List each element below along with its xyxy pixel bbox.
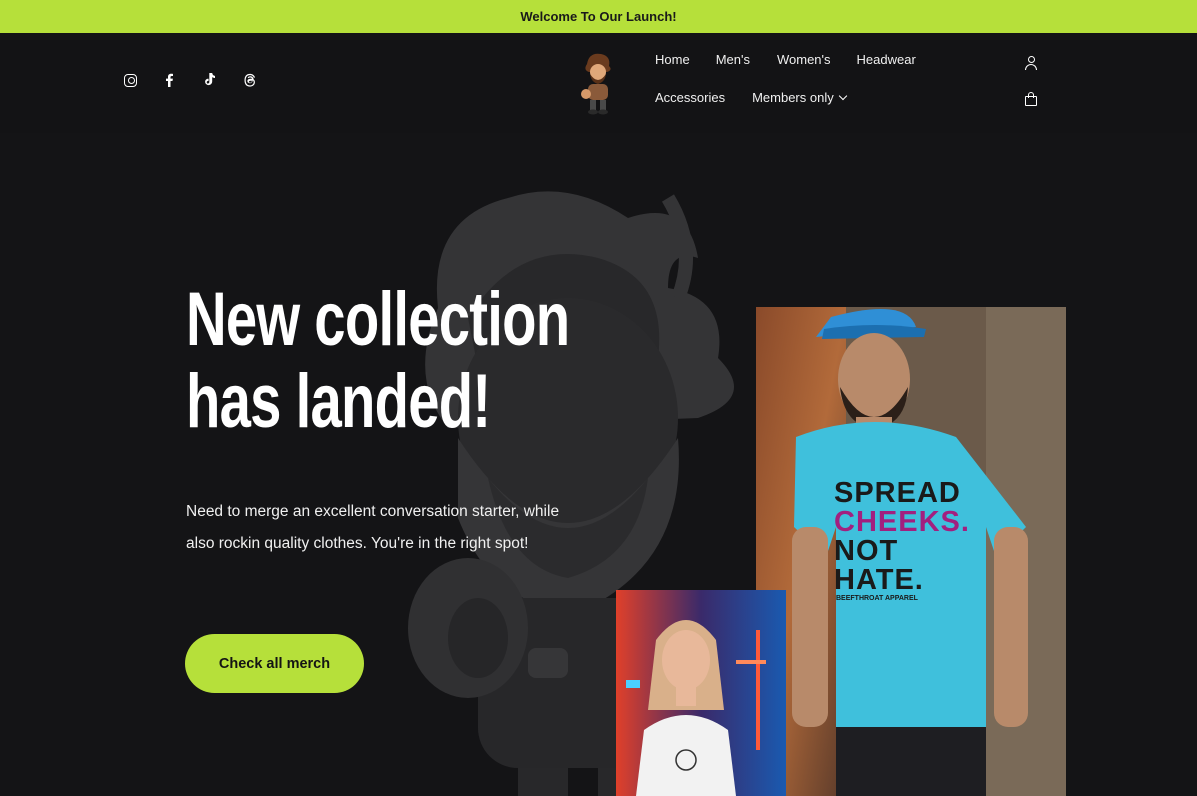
- shirt-print-brand: BEEFTHROAT APPAREL: [836, 595, 919, 602]
- nav-home[interactable]: Home: [655, 52, 690, 70]
- account-icon[interactable]: [1024, 56, 1038, 70]
- nav-members-only[interactable]: Members only: [752, 90, 847, 108]
- social-links: [124, 71, 284, 89]
- model-photo-man: SPREAD CHEEKS. NOT HATE. BEEFTHROAT APPA…: [756, 307, 1066, 796]
- nav-womens[interactable]: Women's: [777, 52, 831, 70]
- nav-members-label: Members only: [752, 90, 834, 105]
- shirt-print-line-4: HATE.: [834, 564, 924, 596]
- tiktok-icon[interactable]: [204, 71, 244, 89]
- chevron-down-icon: [838, 91, 847, 101]
- model-photo-woman: [616, 590, 786, 796]
- check-all-merch-button[interactable]: Check all merch: [185, 634, 364, 693]
- announcement-bar: Welcome To Our Launch!: [0, 0, 1197, 33]
- headline-line-2: has landed!: [186, 359, 491, 444]
- hero-headline: New collection has landed!: [186, 279, 570, 444]
- nav-mens[interactable]: Men's: [716, 52, 750, 70]
- threads-icon[interactable]: [244, 71, 284, 89]
- site-header: Home Men's Women's Headwear Accessories …: [0, 33, 1197, 133]
- hero-section: New collection has landed! Need to merge…: [0, 133, 1197, 796]
- main-nav: Home Men's Women's Headwear Accessories …: [655, 52, 955, 128]
- shirt-print-line-3: NOT: [834, 535, 898, 567]
- shirt-print-line-1: SPREAD: [834, 477, 961, 509]
- hero-subtext: Need to merge an excellent conversation …: [186, 503, 560, 552]
- shirt-print-line-2: CHEEKS.: [834, 506, 970, 538]
- header-utilities: [1024, 56, 1038, 128]
- announcement-text: Welcome To Our Launch!: [520, 9, 677, 24]
- facebook-icon[interactable]: [164, 71, 204, 89]
- brand-logo[interactable]: [577, 50, 617, 116]
- instagram-icon[interactable]: [124, 71, 164, 89]
- cart-icon[interactable]: [1024, 92, 1038, 106]
- nav-accessories[interactable]: Accessories: [655, 90, 725, 108]
- nav-headwear[interactable]: Headwear: [857, 52, 916, 70]
- headline-line-1: New collection: [186, 277, 570, 362]
